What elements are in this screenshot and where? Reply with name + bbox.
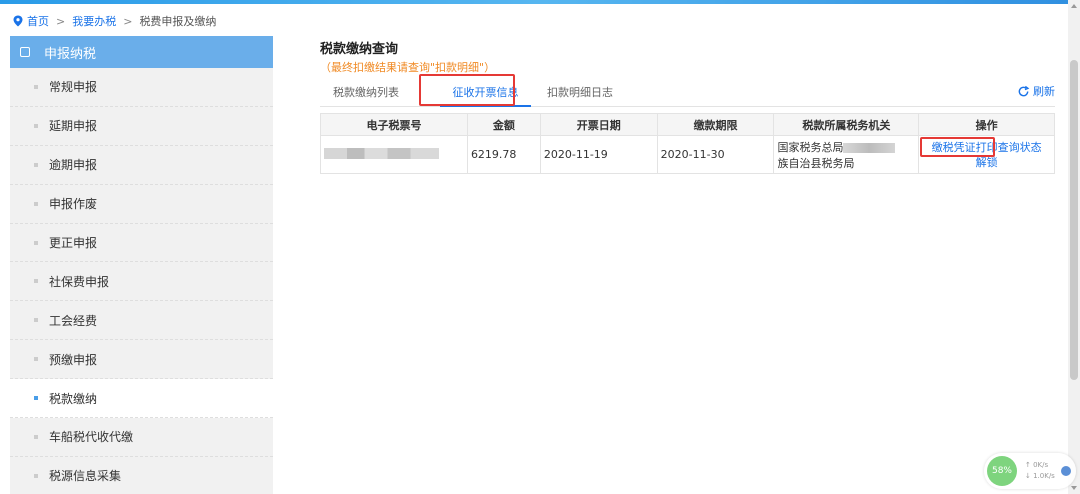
sidebar-item-label: 工会经费 [49,313,98,328]
sidebar-item-deferred[interactable]: 延期申报 [10,107,273,146]
table-header-row: 电子税票号 金额 开票日期 缴款期限 税款所属税务机关 操作 [320,113,1055,136]
sidebar-item-label: 更正申报 [49,236,98,250]
bullet-icon [34,162,38,167]
sidebar-item-label: 预缴申报 [49,352,98,367]
unlock-link[interactable]: 解锁 [976,156,998,169]
bullet-icon [34,473,38,478]
breadcrumb-current: 税费申报及缴纳 [139,15,217,28]
bullet-icon [34,201,38,206]
bullet-icon [34,279,38,284]
highlight-box [419,74,515,106]
sidebar-item-prepay[interactable]: 预缴申报 [10,340,273,380]
square-icon [20,47,30,57]
tab-bar: 税款缴纳列表 征收开票信息 扣款明细日志 刷新 [320,74,1055,107]
bullet-icon [34,396,38,401]
authority-line2: 族自治县税务局 [777,156,855,170]
sidebar-title: 申报纳税 [44,46,97,62]
top-accent-bar [0,0,1080,4]
column-header: 税款所属税务机关 [773,113,920,136]
authority-line1: 国家税务总局 [777,140,844,154]
sidebar-item-void[interactable]: 申报作废 [10,185,273,224]
ticket-number-cell [320,135,468,174]
network-speed-widget[interactable]: 58% ↑ 0K/s ↓ 1.0K/s [984,453,1076,489]
main-panel: 税款缴纳查询 （最终扣缴结果请查询"扣款明细"） 税款缴纳列表 征收开票信息 扣… [320,38,1055,174]
sidebar-item-label: 申报作废 [49,197,98,212]
vertical-scrollbar[interactable] [1068,0,1080,494]
breadcrumb-separator: > [123,14,133,28]
redacted-text [843,142,896,153]
speed-readout: ↑ 0K/s ↓ 1.0K/s [1025,461,1055,480]
tab-deduction-log[interactable]: 扣款明细日志 [535,84,625,106]
sidebar-item-label: 社保费申报 [49,274,110,289]
redacted-text [324,147,439,159]
table-row: 6219.78 2020-11-19 2020-11-30 国家税务总局 族自治… [320,135,1055,174]
sidebar-item-label: 延期申报 [49,119,98,134]
tax-authority-cell: 国家税务总局 族自治县税务局 [773,135,920,174]
sidebar-item-label: 常规申报 [49,80,98,95]
sidebar-item-label: 车船税代收代缴 [49,430,134,445]
bullet-icon [34,84,38,89]
sidebar-header[interactable]: 申报纳税 [10,36,273,68]
column-header: 缴款期限 [656,113,775,136]
sidebar-item-regular[interactable]: 常规申报 [10,68,273,107]
download-speed: 1.0K/s [1033,472,1055,480]
usage-gauge: 58% [987,456,1017,486]
scroll-down-arrow-icon[interactable] [1071,486,1077,490]
column-header: 金额 [466,113,541,136]
sidebar-item-vehicle-tax[interactable]: 车船税代收代缴 [10,418,273,457]
sidebar-item-tax-source[interactable]: 税源信息采集 [10,457,273,494]
sidebar-item-union-fee[interactable]: 工会经费 [10,301,273,341]
operations-cell: 缴税凭证打印查询状态 解锁 [918,135,1055,174]
breadcrumb-separator: > [56,14,66,28]
bullet-icon [34,123,38,128]
page-title: 税款缴纳查询 [320,42,399,57]
sidebar-item-label: 逾期申报 [49,158,98,173]
issue-date-cell: 2020-11-19 [539,135,658,174]
refresh-button[interactable]: 刷新 [1017,83,1055,99]
widget-logo-icon [1060,466,1071,476]
refresh-label: 刷新 [1033,85,1055,98]
location-pin-icon [13,15,23,27]
query-status-link[interactable]: 查询状态 [998,141,1042,154]
sidebar-item-tax-payment[interactable]: 税款缴纳 [10,379,273,419]
scroll-thumb[interactable] [1070,60,1078,380]
sidebar-item-correction[interactable]: 更正申报 [10,224,273,263]
bullet-icon [34,240,38,245]
refresh-icon [1018,85,1030,96]
amount-cell: 6219.78 [466,135,541,174]
bullet-icon [34,318,38,323]
scroll-up-arrow-icon[interactable] [1071,4,1077,8]
highlight-box [920,137,996,157]
breadcrumb: 首页 > 我要办税 > 税费申报及缴纳 [12,13,216,29]
bullet-icon [34,357,38,362]
invoice-table: 电子税票号 金额 开票日期 缴款期限 税款所属税务机关 操作 6219.78 2… [320,113,1055,174]
column-header: 开票日期 [539,113,658,136]
breadcrumb-home-link[interactable]: 首页 [27,13,49,29]
sidebar-item-overdue[interactable]: 逾期申报 [10,146,273,185]
page-note: （最终扣缴结果请查询"扣款明细"） [320,61,496,74]
bullet-icon [34,434,38,439]
upload-speed: 0K/s [1033,461,1049,469]
column-header: 电子税票号 [320,113,468,136]
column-header: 操作 [918,113,1055,136]
breadcrumb-tax-link[interactable]: 我要办税 [72,13,116,29]
sidebar: 申报纳税 常规申报 延期申报 逾期申报 申报作废 更正申报 社保费申报 工会经费… [10,36,273,494]
sidebar-item-label: 税源信息采集 [49,469,122,484]
due-date-cell: 2020-11-30 [656,135,775,174]
sidebar-item-label: 税款缴纳 [49,391,98,406]
sidebar-item-social-security[interactable]: 社保费申报 [10,262,273,302]
